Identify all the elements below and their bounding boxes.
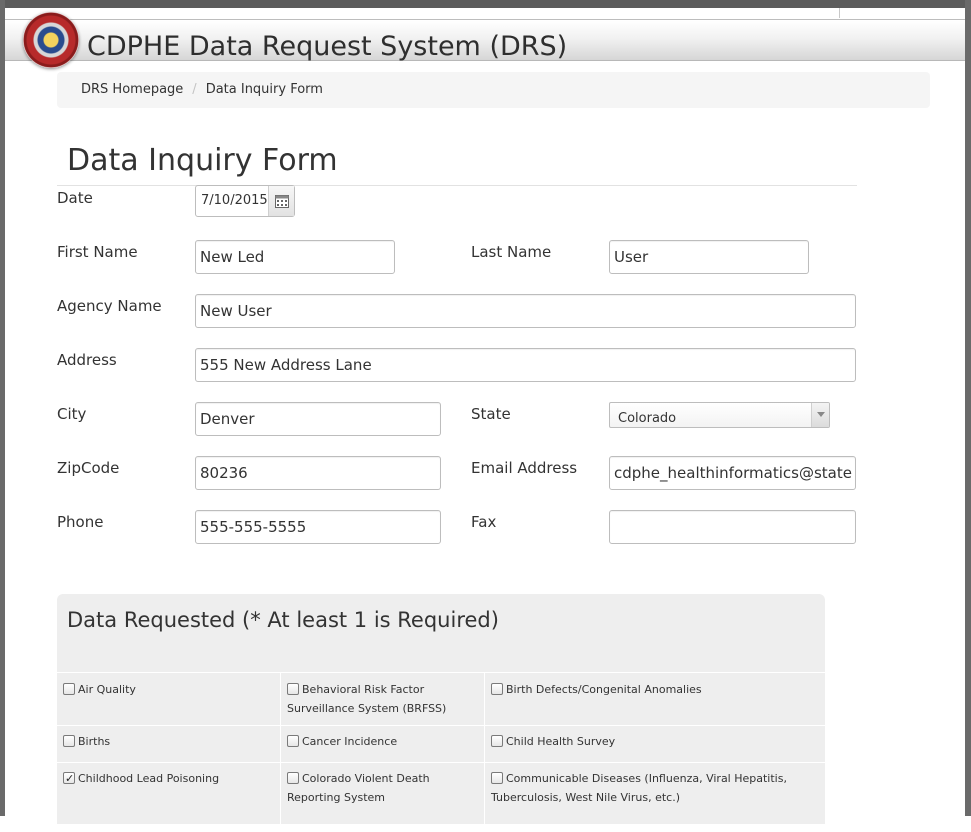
data-option[interactable]: Childhood Lead Poisoning xyxy=(57,769,279,788)
breadcrumb-item-home[interactable]: DRS Homepage xyxy=(81,82,183,97)
date-label: Date xyxy=(57,189,93,207)
calendar-icon xyxy=(275,195,289,208)
data-option[interactable]: Colorado Violent Death Reporting System xyxy=(281,769,483,807)
data-requested-panel: Data Requested (* At least 1 is Required… xyxy=(57,594,825,832)
zipcode-field[interactable]: 80236 xyxy=(195,456,441,490)
checkbox-child-health-survey[interactable] xyxy=(491,735,503,747)
breadcrumb: DRS Homepage / Data Inquiry Form xyxy=(57,72,930,108)
checkbox-brfss[interactable] xyxy=(287,683,299,695)
state-selected-value: Colorado xyxy=(618,411,677,426)
data-option[interactable]: Behavioral Risk Factor Surveillance Syst… xyxy=(281,680,483,718)
window-frame-left xyxy=(0,0,5,816)
data-option-label: Behavioral Risk Factor Surveillance Syst… xyxy=(287,683,447,715)
state-select[interactable]: Colorado xyxy=(609,402,830,428)
data-option-label: Childhood Lead Poisoning xyxy=(78,772,220,785)
data-option-label: Births xyxy=(78,735,111,748)
address-label: Address xyxy=(57,351,117,369)
page-title: Data Inquiry Form xyxy=(67,143,338,178)
checkbox-birth-defects[interactable] xyxy=(491,683,503,695)
data-option[interactable]: Child Health Survey xyxy=(485,732,825,751)
data-option-label: Birth Defects/Congenital Anomalies xyxy=(506,683,702,696)
app-header: CDPHE Data Request System (DRS) xyxy=(5,12,965,68)
city-field[interactable]: Denver xyxy=(195,402,441,436)
grid-divider xyxy=(57,672,825,673)
last-name-label: Last Name xyxy=(471,243,552,261)
breadcrumb-separator: / xyxy=(192,82,197,97)
data-option[interactable]: Cancer Incidence xyxy=(281,732,483,751)
strip-divider xyxy=(839,8,840,18)
state-seal-icon[interactable] xyxy=(23,12,79,68)
title-divider xyxy=(57,185,857,186)
calendar-button[interactable] xyxy=(268,186,294,216)
data-option[interactable]: Communicable Diseases (Influenza, Viral … xyxy=(485,769,825,807)
chevron-down-icon[interactable] xyxy=(811,403,829,427)
grid-divider xyxy=(57,762,825,763)
checkbox-air-quality[interactable] xyxy=(63,683,75,695)
fax-label: Fax xyxy=(471,513,497,531)
data-option-label: Colorado Violent Death Reporting System xyxy=(287,772,430,804)
city-label: City xyxy=(57,405,87,423)
window-frame-right xyxy=(965,0,971,816)
data-option-label: Child Health Survey xyxy=(506,735,616,748)
checkbox-cvdrs[interactable] xyxy=(287,772,299,784)
agency-name-label: Agency Name xyxy=(57,297,162,315)
date-value: 7/10/2015 xyxy=(201,193,268,208)
email-value: cdphe_healthinformatics@state xyxy=(614,464,852,482)
data-option-label: Cancer Incidence xyxy=(302,735,398,748)
state-label: State xyxy=(471,405,511,423)
date-field[interactable]: 7/10/2015 xyxy=(195,185,295,217)
browser-strip xyxy=(5,8,965,20)
data-requested-title: Data Requested (* At least 1 is Required… xyxy=(67,608,499,632)
data-option[interactable]: Birth Defects/Congenital Anomalies xyxy=(485,680,825,699)
data-option[interactable]: Births xyxy=(57,732,279,751)
email-label: Email Address xyxy=(471,459,578,477)
zipcode-label: ZipCode xyxy=(57,459,120,477)
agency-name-field[interactable]: New User xyxy=(195,294,856,328)
data-option-label: Air Quality xyxy=(78,683,136,696)
app-title: CDPHE Data Request System (DRS) xyxy=(87,31,568,62)
address-field[interactable]: 555 New Address Lane xyxy=(195,348,856,382)
last-name-field[interactable]: User xyxy=(609,240,809,274)
email-field[interactable]: cdphe_healthinformatics@state xyxy=(609,456,856,490)
grid-divider xyxy=(57,725,825,726)
checkbox-births[interactable] xyxy=(63,735,75,747)
checkbox-communicable-diseases[interactable] xyxy=(491,772,503,784)
data-option[interactable]: Air Quality xyxy=(57,680,279,699)
first-name-label: First Name xyxy=(57,243,138,261)
checkbox-childhood-lead-poisoning[interactable] xyxy=(63,769,75,788)
phone-label: Phone xyxy=(57,513,104,531)
phone-field[interactable]: 555-555-5555 xyxy=(195,510,441,544)
fax-field[interactable] xyxy=(609,510,856,544)
checkbox-cancer-incidence[interactable] xyxy=(287,735,299,747)
window-frame-top xyxy=(0,0,971,8)
first-name-field[interactable]: New Led xyxy=(195,240,395,274)
breadcrumb-item-current: Data Inquiry Form xyxy=(205,82,323,97)
data-option-label: Communicable Diseases (Influenza, Viral … xyxy=(491,772,787,804)
